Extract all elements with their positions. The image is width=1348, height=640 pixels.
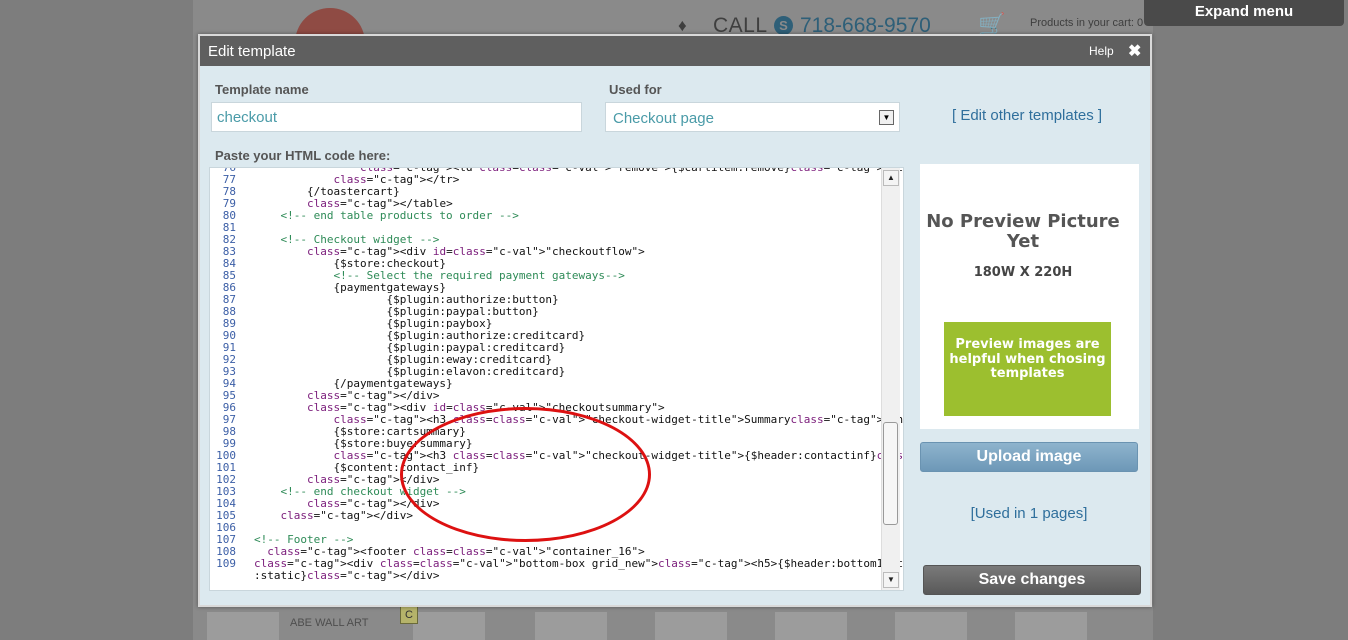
product-thumb	[1015, 612, 1087, 640]
code-text[interactable]: <!-- end table products to order -->	[254, 209, 518, 222]
close-icon[interactable]: ✖	[1128, 41, 1141, 61]
code-line[interactable]: :static}class="c-tag"></div>	[210, 570, 886, 582]
edit-other-templates-link[interactable]: [ Edit other templates ]	[952, 107, 1102, 124]
save-changes-button[interactable]: Save changes	[923, 565, 1141, 595]
upload-image-button[interactable]: Upload image	[920, 442, 1138, 472]
preview-title: No Preview Picture Yet	[926, 211, 1120, 252]
preview-hint: Preview images are helpful when chosing …	[944, 322, 1111, 416]
skype-icon: S	[774, 16, 793, 35]
dialog-titlebar: Edit template Help ✖	[200, 36, 1150, 66]
edit-template-dialog: Edit template Help ✖ Template name Used …	[198, 34, 1152, 607]
product-label: ABE WALL ART	[290, 617, 369, 629]
product-thumb	[655, 612, 727, 640]
paste-html-label: Paste your HTML code here:	[215, 148, 391, 163]
used-for-select[interactable]: Checkout page ▼	[605, 102, 900, 132]
html-code-editor[interactable]: 76 class="c-tag"><td class=class="c-val"…	[209, 167, 904, 591]
cart-icon: 🛒	[978, 12, 1006, 37]
editor-scrollbar[interactable]: ▲ ▼	[881, 168, 900, 590]
dialog-title: Edit template	[208, 43, 296, 60]
code-text[interactable]: :static}class="c-tag"></div>	[254, 569, 439, 582]
product-thumb	[207, 612, 279, 640]
product-thumb	[535, 612, 607, 640]
template-name-input[interactable]	[211, 102, 582, 132]
line-number: 109	[216, 557, 236, 570]
template-name-label: Template name	[215, 82, 309, 97]
code-line[interactable]: 105 class="c-tag"></div>	[210, 510, 886, 522]
scroll-up-icon[interactable]: ▲	[883, 170, 899, 186]
code-lines[interactable]: 76 class="c-tag"><td class=class="c-val"…	[210, 168, 903, 582]
product-thumb	[895, 612, 967, 640]
expand-menu-button[interactable]: Expand menu	[1144, 0, 1344, 26]
used-in-pages-link[interactable]: [Used in 1 pages]	[920, 505, 1138, 522]
code-text[interactable]: class="c-tag"></div>	[254, 509, 413, 522]
scroll-down-icon[interactable]: ▼	[883, 572, 899, 588]
chevron-down-icon[interactable]: ▼	[879, 110, 894, 125]
used-for-label: Used for	[609, 82, 662, 97]
category-badge: C	[400, 606, 418, 624]
help-link[interactable]: Help	[1089, 44, 1114, 58]
cart-summary: Products in your cart: 0	[1030, 17, 1144, 29]
preview-dimensions: 180W X 220H	[973, 265, 1073, 280]
used-for-value: Checkout page	[613, 110, 714, 127]
scrollbar-thumb[interactable]	[883, 422, 898, 525]
product-thumb	[775, 612, 847, 640]
product-thumb	[413, 612, 485, 640]
location-icon: ♦	[678, 16, 687, 35]
preview-placeholder: No Preview Picture Yet 180W X 220H Previ…	[920, 164, 1139, 429]
code-line[interactable]: 80 <!-- end table products to order -->	[210, 210, 886, 222]
